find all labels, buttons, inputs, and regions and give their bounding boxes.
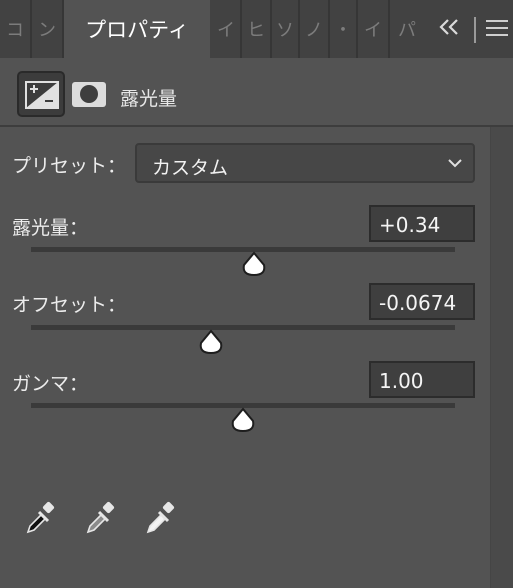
tab-fragment-right-7[interactable]: パ <box>390 0 424 58</box>
exposure-value-field[interactable]: +0.34 <box>369 205 475 242</box>
mask-circle <box>80 85 98 103</box>
gamma-slider[interactable] <box>31 403 455 443</box>
header-divider <box>0 125 513 127</box>
offset-slider[interactable] <box>31 325 455 365</box>
tab-fragment-text: ・ <box>334 20 352 41</box>
tab-fragment-right-6[interactable]: イ <box>358 0 390 58</box>
collapse-panels-icon[interactable] <box>438 17 462 41</box>
tab-properties[interactable]: プロパティ <box>64 0 210 58</box>
offset-label: オフセット： <box>12 294 127 316</box>
tab-fragment-text: ソ <box>276 20 294 41</box>
gamma-value-field[interactable]: 1.00 <box>369 361 475 398</box>
adjustment-title: 露光量 <box>120 88 178 110</box>
tab-fragment-text: イ <box>217 20 235 41</box>
offset-value-field[interactable]: -0.0674 <box>369 283 475 320</box>
properties-panel: コ ン プロパティ イ ヒ ソ ノ ・ イ パ 露光量 プリセット： カスタム … <box>0 0 513 588</box>
tab-fragment-right-5[interactable]: ・ <box>330 0 358 58</box>
offset-slider-thumb[interactable] <box>198 329 224 355</box>
tab-fragment-right-2[interactable]: ヒ <box>242 0 272 58</box>
preset-value: カスタム <box>152 157 229 179</box>
exposure-slider[interactable] <box>31 247 455 287</box>
tab-properties-label: プロパティ <box>85 18 189 42</box>
chevron-down-icon <box>448 159 462 168</box>
exposure-adjustment-icon[interactable] <box>17 71 65 117</box>
exposure-value: +0.34 <box>379 213 441 237</box>
offset-value: -0.0674 <box>379 291 457 315</box>
white-point-eyedropper-icon[interactable] <box>144 500 178 536</box>
tab-fragment-text: ヒ <box>247 20 265 41</box>
tab-fragment-text: イ <box>364 20 382 41</box>
tab-fragment-left-2[interactable]: ン <box>32 0 64 58</box>
tab-fragment-right-3[interactable]: ソ <box>272 0 300 58</box>
layer-mask-icon[interactable] <box>72 82 106 107</box>
tab-fragment-text: コ <box>6 20 24 41</box>
exposure-slider-thumb[interactable] <box>241 251 267 277</box>
tab-fragment-right-1[interactable]: イ <box>212 0 242 58</box>
panel-tab-bar: コ ン プロパティ イ ヒ ソ ノ ・ イ パ <box>0 0 513 58</box>
exposure-label: 露光量： <box>12 217 89 239</box>
gamma-slider-thumb[interactable] <box>230 407 256 433</box>
black-point-eyedropper-icon[interactable] <box>24 500 58 536</box>
gray-point-eyedropper-icon[interactable] <box>84 500 118 536</box>
tab-fragment-right-4[interactable]: ノ <box>300 0 330 58</box>
tab-fragment-text: ン <box>38 20 56 41</box>
tab-fragment-text: ノ <box>305 20 323 41</box>
tab-fragment-left-1[interactable]: コ <box>0 0 32 58</box>
offset-slider-track <box>31 325 455 330</box>
tab-bar-separator <box>474 17 476 43</box>
preset-dropdown[interactable]: カスタム <box>135 143 475 183</box>
scrollbar-track[interactable] <box>490 127 513 588</box>
gamma-label: ガンマ： <box>12 373 89 395</box>
tab-fragment-text: パ <box>398 20 416 41</box>
preset-label: プリセット： <box>12 155 127 177</box>
gamma-value: 1.00 <box>379 369 424 393</box>
panel-menu-icon[interactable] <box>486 20 510 40</box>
